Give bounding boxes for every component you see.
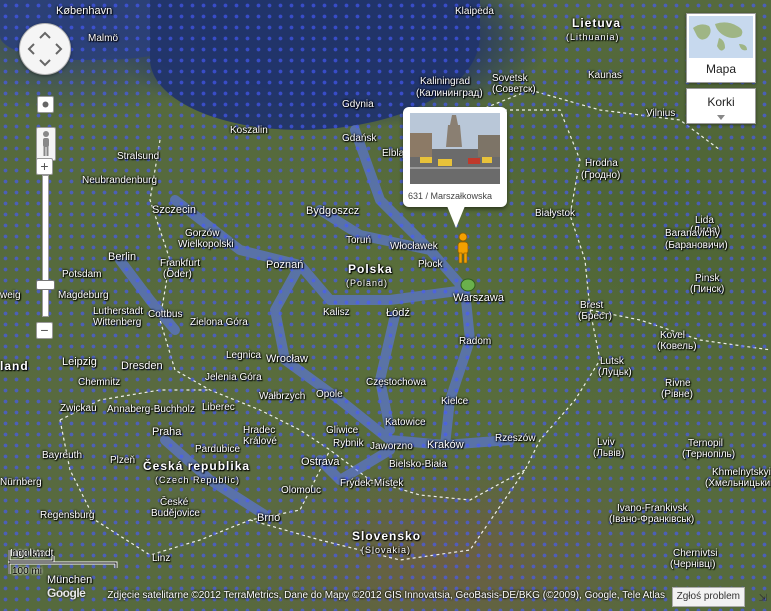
traffic-label: Korki bbox=[707, 95, 735, 109]
attribution-bar: Zdjęcie satelitarne ©2012 TerraMetrics, … bbox=[0, 587, 771, 607]
zoom-in-button[interactable]: + bbox=[36, 158, 53, 175]
reset-view-button[interactable] bbox=[37, 96, 54, 113]
streetview-caption: 631 / Marszałkowska bbox=[408, 191, 493, 201]
resize-corner-icon: ⇲ bbox=[758, 593, 767, 604]
plus-icon: + bbox=[40, 158, 49, 174]
map-type-label: Mapa bbox=[705, 62, 737, 76]
map-thumbnail bbox=[689, 16, 753, 58]
pan-down-icon bbox=[39, 59, 51, 67]
pan-left-icon bbox=[27, 43, 35, 55]
pegman-control[interactable] bbox=[36, 127, 56, 161]
pan-arrows bbox=[27, 31, 63, 67]
zoom-slider-handle[interactable] bbox=[36, 280, 55, 290]
world-map-icon bbox=[689, 16, 753, 58]
zoom-out-button[interactable]: − bbox=[36, 322, 53, 339]
traffic-dropdown[interactable]: Korki bbox=[686, 88, 756, 124]
dot-icon bbox=[42, 101, 49, 108]
bubble-tail bbox=[447, 206, 465, 228]
pan-right-icon bbox=[55, 43, 63, 55]
scale-km-label: 100 km bbox=[12, 549, 45, 560]
scale-mi-label: 100 mi bbox=[12, 566, 43, 577]
pegman-on-map[interactable] bbox=[0, 0, 771, 611]
satellite-map[interactable]: København Malmö Klaipėda Lietuva (Lithua… bbox=[0, 0, 771, 611]
streetview-thumbnail[interactable] bbox=[410, 113, 500, 184]
minus-icon: − bbox=[40, 322, 49, 338]
report-problem-link[interactable]: Zgłoś problem bbox=[671, 587, 745, 607]
map-type-button[interactable]: Mapa bbox=[686, 13, 756, 83]
pegman-icon bbox=[457, 232, 469, 264]
pegman-control-icon bbox=[43, 131, 49, 156]
scale-bar: 100 km 100 mi bbox=[8, 546, 118, 578]
streetview-preview-bubble[interactable]: 631 / Marszałkowska bbox=[403, 107, 507, 228]
pan-up-icon bbox=[39, 31, 51, 39]
chevron-down-icon bbox=[717, 115, 725, 120]
attribution-text: Zdjęcie satelitarne ©2012 TerraMetrics, … bbox=[107, 590, 665, 601]
pan-control[interactable] bbox=[19, 23, 71, 75]
zoom-slider-track[interactable] bbox=[42, 175, 49, 317]
streetview-thumbnail-image bbox=[410, 113, 500, 184]
